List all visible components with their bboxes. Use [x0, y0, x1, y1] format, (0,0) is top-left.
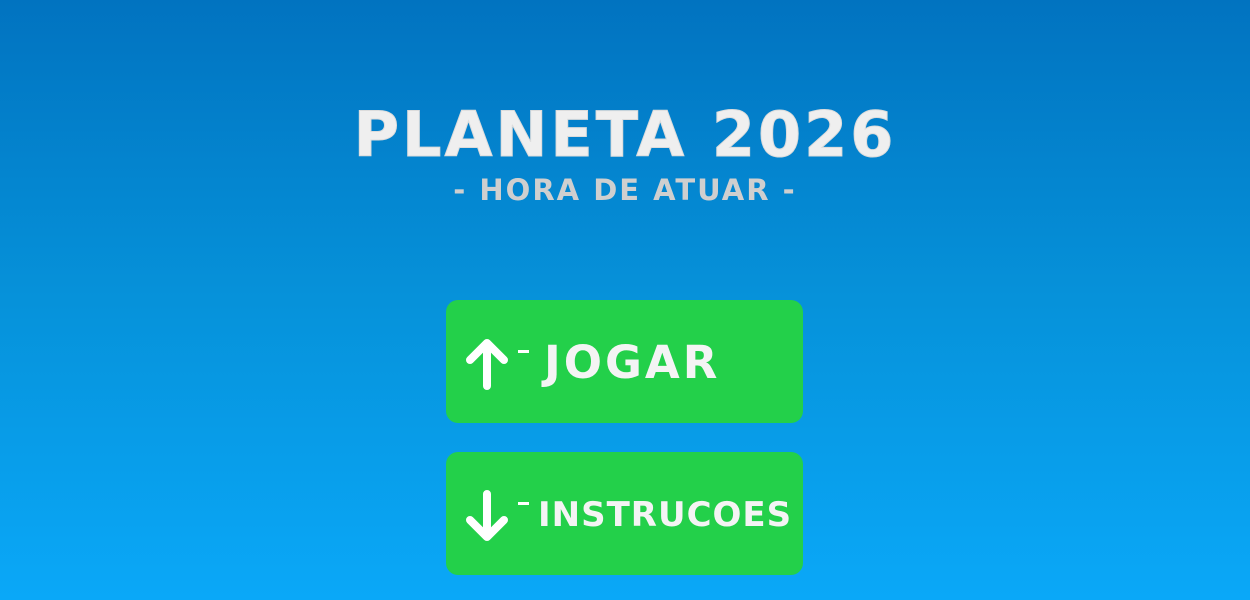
play-button[interactable]: JOGAR — [446, 300, 803, 423]
instructions-button-label: INSTRUCOES — [538, 495, 793, 535]
game-title: PLANETA 2026 — [353, 98, 897, 171]
main-menu-screen: PLANETA 2026 - HORA DE ATUAR - JOGAR INS… — [0, 0, 1250, 600]
game-subtitle: - HORA DE ATUAR - — [453, 173, 797, 207]
separator-dash — [518, 350, 529, 353]
play-button-label: JOGAR — [544, 336, 721, 389]
instructions-button[interactable]: INSTRUCOES — [446, 452, 803, 575]
separator-dash — [518, 502, 529, 505]
arrow-down-icon — [466, 490, 508, 541]
arrow-up-icon — [466, 339, 508, 390]
